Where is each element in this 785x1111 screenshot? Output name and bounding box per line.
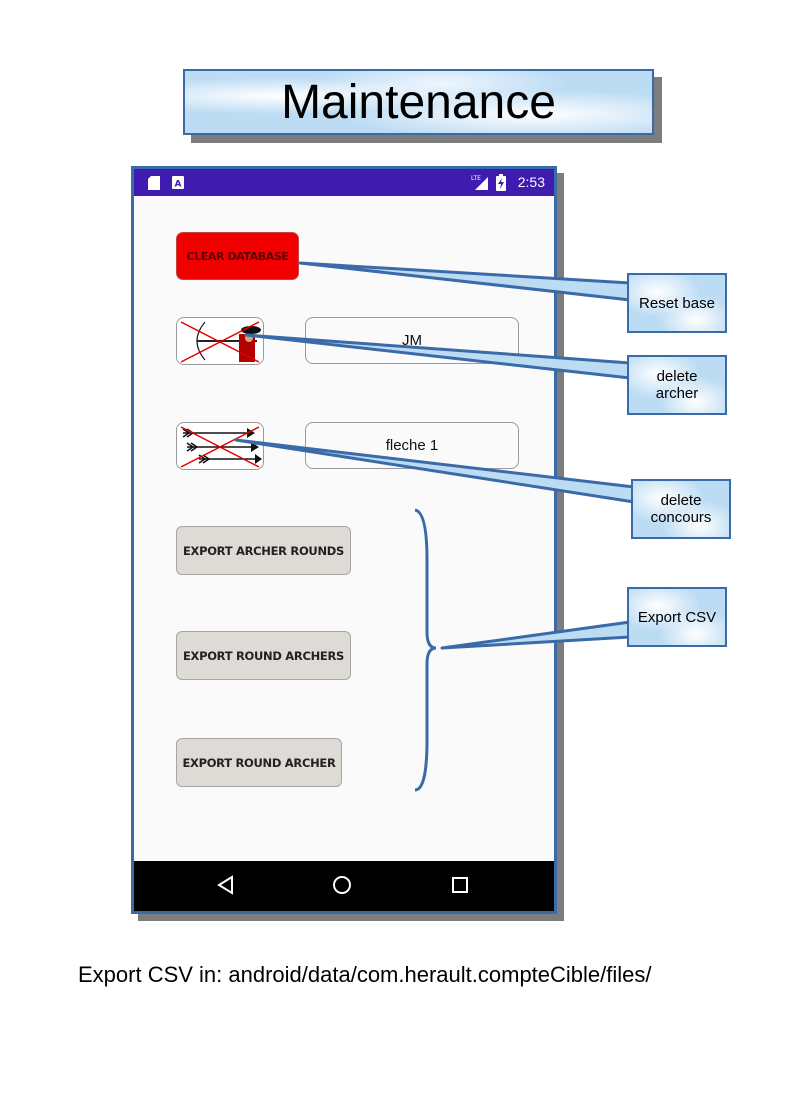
export-csv-label: Export CSV [637,608,717,626]
callout-connectors [234,261,636,792]
delete-archer-label-2: archer [655,385,699,402]
delete-archer-label-1: delete [656,368,698,385]
reset-base-callout: Reset base [627,273,727,333]
export-path-note: Export CSV in: android/data/com.herault.… [78,962,652,987]
export-csv-callout: Export CSV [627,587,727,647]
delete-archer-pointer [244,333,632,380]
reset-base-pointer [298,261,632,302]
delete-concours-pointer [234,438,636,504]
reset-base-label: Reset base [639,294,715,312]
delete-archer-callout: delete archer [627,355,727,415]
delete-concours-label-1: delete [660,492,702,509]
export-brace [414,508,437,792]
delete-concours-label-2: concours [650,509,712,526]
export-csv-pointer [440,620,632,650]
delete-concours-callout: delete concours [631,479,731,539]
